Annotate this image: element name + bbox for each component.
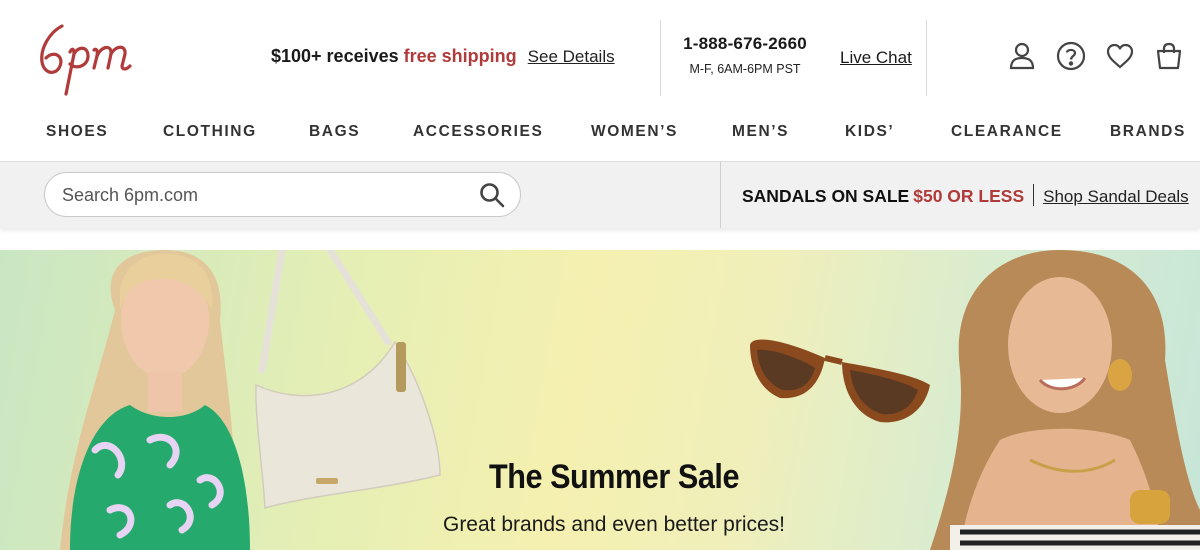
nav-item-accessories[interactable]: ACCESSORIES: [413, 123, 543, 141]
sandal-sale-banner: SANDALS ON SALE $50 OR LESS Shop Sandal De…: [742, 184, 1189, 207]
shop-sandal-deals-link[interactable]: Shop Sandal Deals: [1043, 187, 1189, 206]
search-box: [44, 172, 521, 217]
site-header: $100+ receives free shipping See Details…: [0, 0, 1200, 110]
hero-artwork: [60, 250, 1200, 550]
contact-phone-block: 1-888-676-2660 M-F, 6AM-6PM PST: [660, 34, 830, 76]
see-details-link[interactable]: See Details: [528, 47, 615, 66]
promo-highlight: free shipping: [403, 46, 517, 66]
favorites-heart-icon[interactable]: [1102, 38, 1138, 74]
shipping-promo: $100+ receives free shipping See Details: [271, 46, 615, 67]
right-model-image: [930, 250, 1200, 550]
sale-price: $50 OR LESS: [913, 186, 1025, 206]
search-input[interactable]: [62, 182, 452, 208]
account-icon[interactable]: [1004, 38, 1040, 74]
live-chat-link[interactable]: Live Chat: [840, 48, 912, 68]
phone-number[interactable]: 1-888-676-2660: [660, 34, 830, 54]
nav-item-shoes[interactable]: SHOES: [46, 123, 108, 141]
nav-item-clothing[interactable]: CLOTHING: [163, 123, 257, 141]
header-icons: [1004, 38, 1200, 74]
category-nav: SHOES CLOTHING BAGS ACCESSORIES WOMEN’S …: [0, 110, 1200, 162]
shopping-bag-icon[interactable]: [1151, 38, 1187, 74]
site-logo[interactable]: [36, 18, 156, 96]
left-model-image: [60, 250, 250, 550]
search-icon[interactable]: [478, 181, 506, 209]
sunglasses-image: [750, 339, 930, 423]
logo-mark: [40, 24, 132, 96]
banner-separator: [1033, 184, 1035, 206]
sale-headline: SANDALS ON SALE: [742, 186, 910, 206]
strip-divider: [720, 162, 721, 228]
hero-title: The Summer Sale: [488, 458, 740, 496]
header-divider: [926, 20, 927, 96]
nav-item-mens[interactable]: MEN’S: [732, 123, 789, 141]
nav-item-kids[interactable]: KIDS’: [845, 123, 894, 141]
nav-item-clearance[interactable]: CLEARANCE: [951, 123, 1063, 141]
nav-item-brands[interactable]: BRANDS: [1110, 123, 1186, 141]
support-hours: M-F, 6AM-6PM PST: [689, 62, 801, 76]
promo-lead: $100+ receives: [271, 46, 404, 66]
help-icon[interactable]: [1053, 38, 1089, 74]
hero-banner[interactable]: The Summer Sale Great brands and even be…: [0, 250, 1200, 550]
nav-item-bags[interactable]: BAGS: [309, 123, 360, 141]
search-strip: SANDALS ON SALE$50 OR LESS Shop Sandal De…: [0, 162, 1200, 228]
hero-subtitle: Great brands and even better prices!: [442, 513, 786, 536]
nav-item-womens[interactable]: WOMEN’S: [591, 123, 678, 141]
